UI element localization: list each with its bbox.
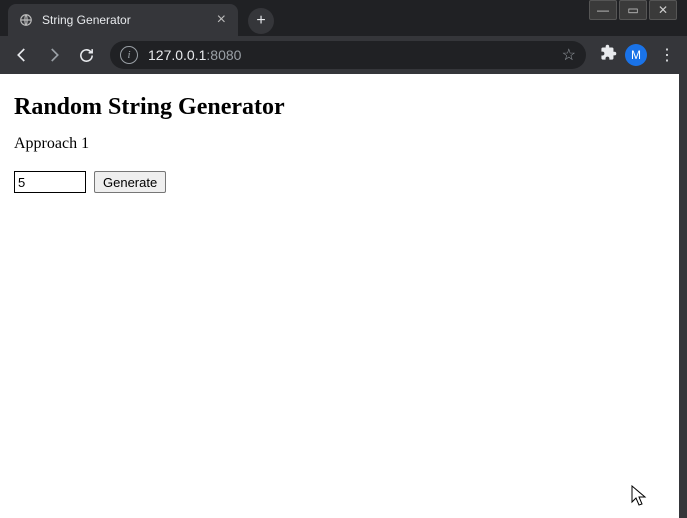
globe-icon [18,12,34,28]
extensions-icon[interactable] [600,44,617,66]
bookmark-star-icon[interactable]: ☆ [562,45,576,65]
new-tab-button[interactable]: + [248,8,274,34]
tab-close-icon[interactable]: × [215,11,228,29]
back-button[interactable] [8,41,36,69]
browser-tab[interactable]: String Generator × [8,4,238,36]
address-port: :8080 [206,47,241,63]
reload-button[interactable] [72,41,100,69]
length-input[interactable] [14,171,86,193]
kebab-menu-icon[interactable]: ⋮ [655,45,679,65]
generator-form: Generate [14,171,665,193]
address-bar[interactable]: i 127.0.0.1:8080 ☆ [110,41,586,69]
page-viewport: Random String Generator Approach 1 Gener… [0,74,687,518]
plus-icon: + [256,12,265,30]
generate-button[interactable]: Generate [94,171,166,193]
profile-avatar[interactable]: M [625,44,647,66]
window-controls: — ▭ ✕ [587,0,677,20]
tab-strip: String Generator × + [0,0,687,36]
page-subheading: Approach 1 [14,135,665,153]
tab-title: String Generator [42,13,215,27]
browser-toolbar: i 127.0.0.1:8080 ☆ M ⋮ [0,36,687,74]
address-host: 127.0.0.1 [148,47,206,63]
window-close-button[interactable]: ✕ [649,0,677,20]
forward-button[interactable] [40,41,68,69]
page-heading: Random String Generator [14,94,665,121]
toolbar-right: M ⋮ [596,44,679,66]
site-info-icon[interactable]: i [120,46,138,64]
maximize-button[interactable]: ▭ [619,0,647,20]
minimize-button[interactable]: — [589,0,617,20]
page-content: Random String Generator Approach 1 Gener… [0,74,679,207]
